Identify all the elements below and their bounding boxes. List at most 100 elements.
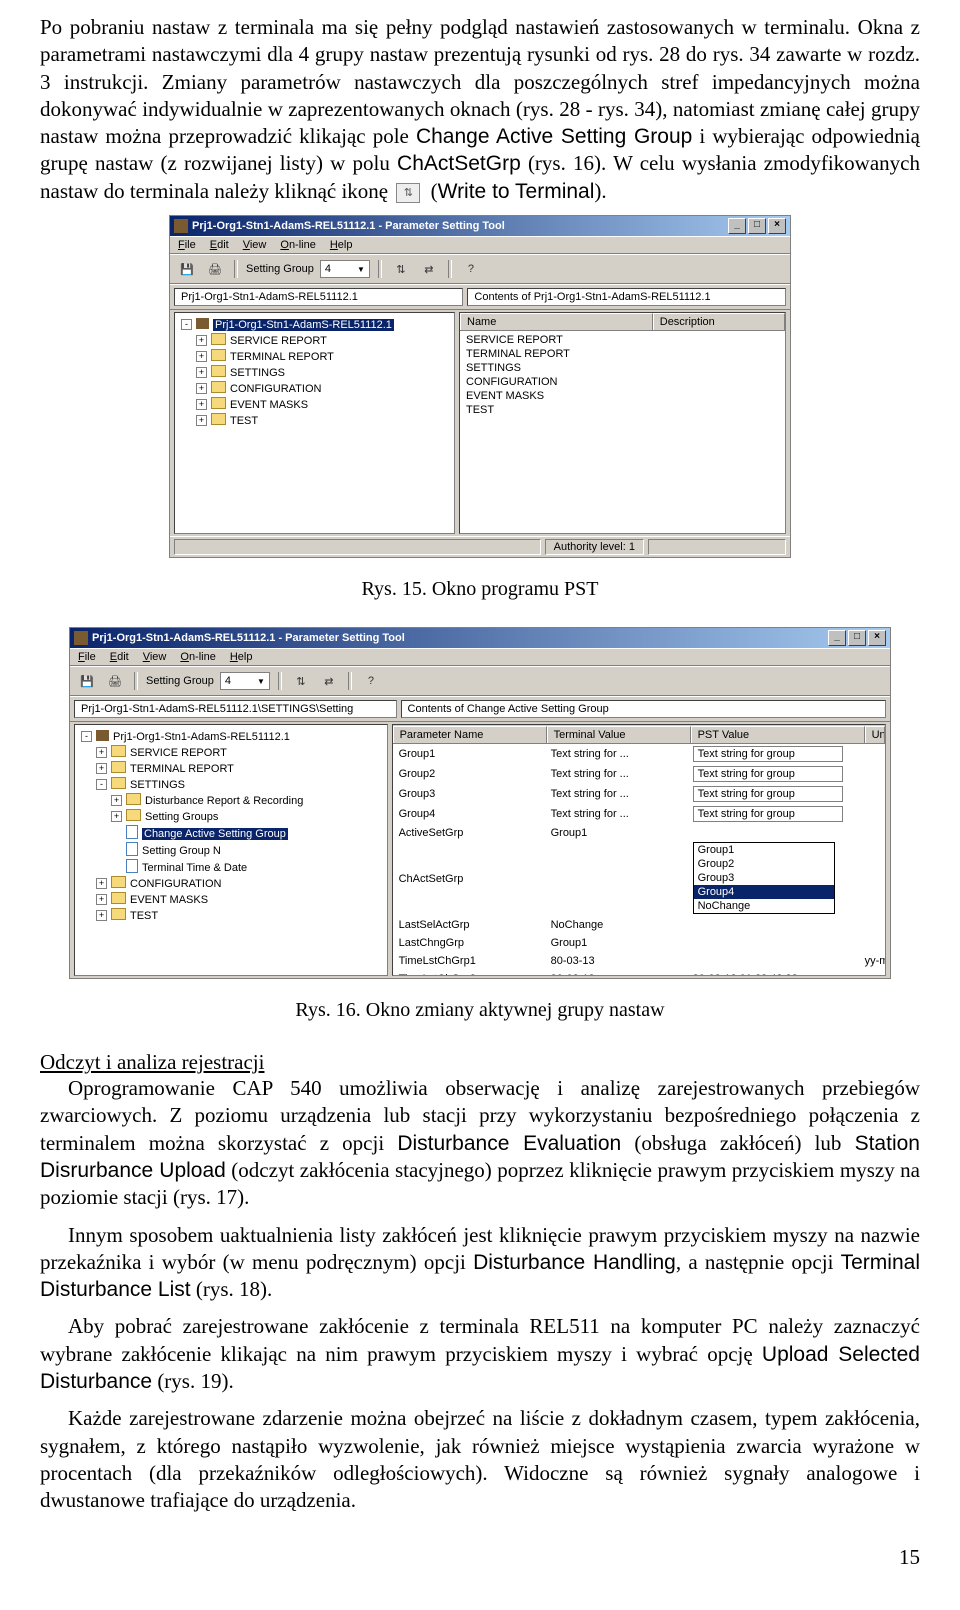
dropdown-option[interactable]: Group1 [694,843,834,857]
save-icon[interactable]: 💾 [176,259,198,279]
expand-icon[interactable]: + [196,351,207,362]
setting-group-select[interactable]: 4 ▼ [220,672,270,690]
grid-row[interactable]: TimeLstChGrp180-03-13yy-mo-dd hh:mm ; ss… [393,952,885,970]
list-item[interactable]: TERMINAL REPORT [462,347,783,361]
dropdown-option[interactable]: Group2 [694,857,834,871]
maximize-button[interactable]: □ [848,630,866,646]
parameter-grid-pane[interactable]: Parameter Name Terminal Value PST Value … [392,724,886,976]
expand-icon[interactable]: + [96,878,107,889]
list-pane[interactable]: Name Description SERVICE REPORT TERMINAL… [459,312,786,534]
menu-file[interactable]: File [78,651,96,663]
print-icon[interactable]: 🖨 [204,259,226,279]
grid-row[interactable]: Group2Text string for ...Text string for… [393,764,885,784]
grid-row[interactable]: LastChngGrpGroup1 [393,934,885,952]
menu-view[interactable]: View [243,239,267,251]
tree-item[interactable]: +SETTINGS [181,365,448,381]
close-button[interactable]: × [868,630,886,646]
tree-item[interactable]: +Setting Groups [81,809,381,825]
print-icon[interactable]: 🖨 [104,671,126,691]
tree-item[interactable]: +TEST [81,908,381,924]
transfer-icon[interactable]: ⇅ [290,671,312,691]
tree-item[interactable]: +CONFIGURATION [181,381,448,397]
grid-row[interactable]: LastSelActGrpNoChange [393,916,885,934]
tree-item[interactable]: +SERVICE REPORT [81,745,381,761]
menu-file[interactable]: File [178,239,196,251]
list-item[interactable]: SERVICE REPORT [462,333,783,347]
pst-value-input[interactable]: Text string for group [693,806,843,822]
list-item[interactable]: EVENT MASKS [462,389,783,403]
cell-pst-value[interactable]: Text string for group [687,784,859,804]
transfer-icon[interactable]: ⇅ [390,259,412,279]
expand-icon[interactable]: + [111,795,122,806]
tree-item[interactable]: +CONFIGURATION [81,876,381,892]
tree-item[interactable]: +SERVICE REPORT [181,333,448,349]
minimize-button[interactable]: _ [728,218,746,234]
grid-row[interactable]: Group1Text string for ...Text string for… [393,744,885,764]
menu-help[interactable]: Help [330,239,353,251]
col-terminal-value[interactable]: Terminal Value [547,726,691,743]
tree-item[interactable]: Setting Group N [81,842,381,859]
menu-view[interactable]: View [143,651,167,663]
tree-item[interactable]: Terminal Time & Date [81,859,381,876]
collapse-icon[interactable]: - [96,779,107,790]
list-item[interactable]: CONFIGURATION [462,375,783,389]
list-item[interactable]: SETTINGS [462,361,783,375]
save-icon[interactable]: 💾 [76,671,98,691]
expand-icon[interactable]: + [96,747,107,758]
menu-online[interactable]: On-line [180,651,215,663]
menu-edit[interactable]: Edit [110,651,129,663]
pst-value-input[interactable]: Text string for group [693,766,843,782]
col-pst-value[interactable]: PST Value [691,726,865,743]
dropdown-option[interactable]: Group4 [694,885,834,899]
expand-icon[interactable]: + [196,367,207,378]
close-button[interactable]: × [768,218,786,234]
tree-root[interactable]: -Prj1-Org1-Stn1-AdamS-REL51112.1 [81,729,381,745]
tree-pane[interactable]: -Prj1-Org1-Stn1-AdamS-REL51112.1 +SERVIC… [74,724,388,976]
menu-edit[interactable]: Edit [210,239,229,251]
grid-row[interactable]: TimeLstChGrp280-02-12 ...80-02-12 01:23:… [393,970,885,976]
read-icon[interactable]: ⇄ [318,671,340,691]
collapse-icon[interactable]: - [181,319,192,330]
menu-help[interactable]: Help [230,651,253,663]
tree-pane[interactable]: -Prj1-Org1-Stn1-AdamS-REL51112.1 +SERVIC… [174,312,455,534]
menu-online[interactable]: On-line [280,239,315,251]
tree-root[interactable]: -Prj1-Org1-Stn1-AdamS-REL51112.1 [181,317,448,333]
col-parameter-name[interactable]: Parameter Name [393,726,547,743]
minimize-button[interactable]: _ [828,630,846,646]
tree-item-settings[interactable]: -SETTINGS [81,777,381,793]
col-name[interactable]: Name [460,313,653,330]
dropdown-option[interactable]: Group3 [694,871,834,885]
expand-icon[interactable]: + [196,335,207,346]
grid-row[interactable]: ChActSetGrpGroup1Group2Group3Group4NoCha… [393,842,885,916]
collapse-icon[interactable]: - [81,731,92,742]
grid-row[interactable]: ActiveSetGrpGroup1 [393,824,885,842]
col-unit[interactable]: Unit [865,726,885,743]
chactsetgrp-dropdown[interactable]: Group1Group2Group3Group4NoChange [693,842,835,914]
pst-value-input[interactable]: Text string for group [693,786,843,802]
tree-item[interactable]: +TERMINAL REPORT [81,761,381,777]
expand-icon[interactable]: + [96,910,107,921]
expand-icon[interactable]: + [96,894,107,905]
maximize-button[interactable]: □ [748,218,766,234]
tree-item-change-active[interactable]: Change Active Setting Group [81,825,381,842]
expand-icon[interactable]: + [196,399,207,410]
tree-item[interactable]: +EVENT MASKS [81,892,381,908]
setting-group-select[interactable]: 4 ▼ [320,260,370,278]
read-icon[interactable]: ⇄ [418,259,440,279]
tree-item[interactable]: +Disturbance Report & Recording [81,793,381,809]
tree-item[interactable]: +EVENT MASKS [181,397,448,413]
tree-item[interactable]: +TEST [181,413,448,429]
cell-pst-value[interactable]: Text string for group [687,764,859,784]
expand-icon[interactable]: + [96,763,107,774]
expand-icon[interactable]: + [196,383,207,394]
dropdown-option[interactable]: NoChange [694,899,834,913]
col-description[interactable]: Description [653,313,785,330]
cell-pst-value[interactable]: Text string for group [687,804,859,824]
list-item[interactable]: TEST [462,403,783,417]
grid-row[interactable]: Group4Text string for ...Text string for… [393,804,885,824]
expand-icon[interactable]: + [196,415,207,426]
pst-value-input[interactable]: Text string for group [693,746,843,762]
help-icon[interactable]: ? [460,259,482,279]
tree-item[interactable]: +TERMINAL REPORT [181,349,448,365]
expand-icon[interactable]: + [111,811,122,822]
